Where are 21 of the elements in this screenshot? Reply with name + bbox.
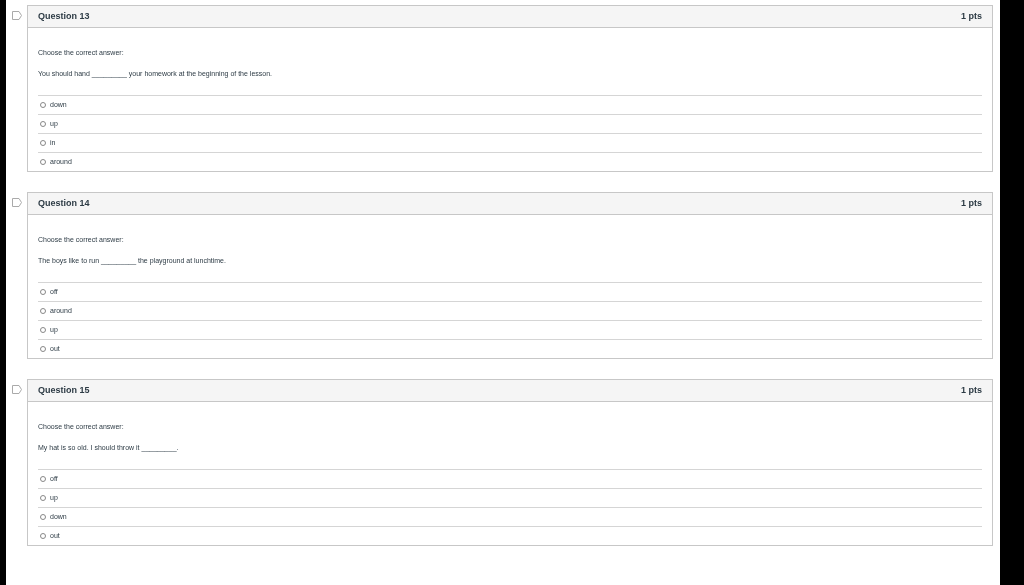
radio-button[interactable]: [40, 308, 46, 314]
radio-button[interactable]: [40, 289, 46, 295]
radio-button[interactable]: [40, 159, 46, 165]
radio-button[interactable]: [40, 140, 46, 146]
radio-button[interactable]: [40, 102, 46, 108]
radio-button[interactable]: [40, 327, 46, 333]
question-title: Question 13: [38, 9, 90, 23]
radio-button[interactable]: [40, 533, 46, 539]
question-title: Question 14: [38, 196, 90, 210]
radio-button[interactable]: [40, 514, 46, 520]
points-label: 1 pts: [961, 383, 982, 397]
radio-button[interactable]: [40, 346, 46, 352]
flag-icon[interactable]: [12, 385, 22, 394]
flag-icon[interactable]: [12, 11, 22, 20]
question-title: Question 15: [38, 383, 90, 397]
flag-icon[interactable]: [12, 198, 22, 207]
radio-button[interactable]: [40, 495, 46, 501]
radio-button[interactable]: [40, 476, 46, 482]
radio-button[interactable]: [40, 121, 46, 127]
points-label: 1 pts: [961, 9, 982, 23]
points-label: 1 pts: [961, 196, 982, 210]
